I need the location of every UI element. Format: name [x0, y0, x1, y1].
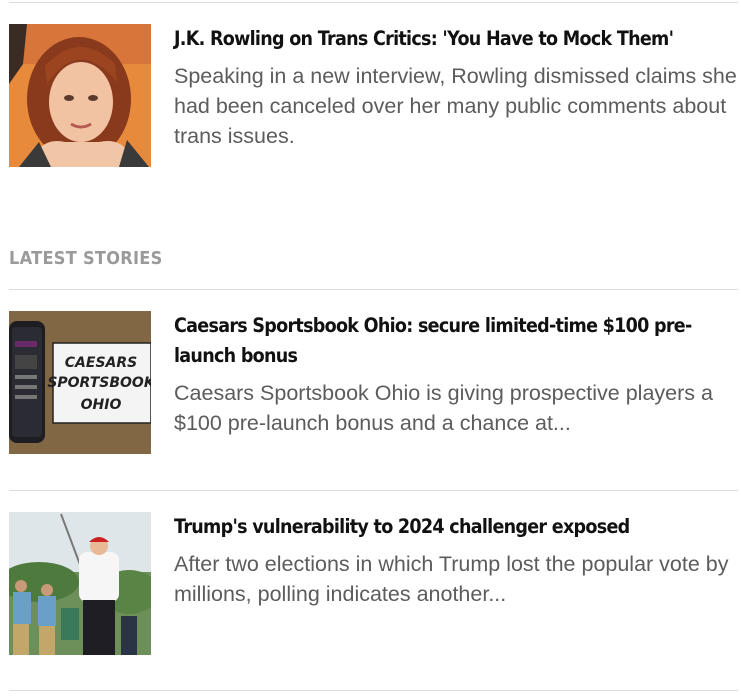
caesars-promo-image: CAESARS SPORTSBOOK OHIO [9, 311, 151, 454]
story-summary: Speaking in a new interview, Rowling dis… [174, 64, 737, 148]
divider [9, 2, 738, 3]
story-thumbnail[interactable]: CAESARS SPORTSBOOK OHIO [9, 311, 151, 454]
thumb-text-line: OHIO [81, 397, 122, 413]
divider [9, 490, 738, 491]
thumb-text-line: SPORTSBOOK [47, 375, 151, 391]
section-heading-latest-stories: LATEST STORIES [9, 248, 163, 269]
divider [9, 690, 738, 691]
story-trump[interactable]: Trump's vulnerability to 2024 challenger… [9, 512, 741, 655]
story-headline[interactable]: Caesars Sportsbook Ohio: secure limited-… [174, 311, 740, 371]
rowling-photo [9, 24, 151, 167]
story-headline[interactable]: Trump's vulnerability to 2024 challenger… [174, 512, 740, 542]
story-caesars[interactable]: CAESARS SPORTSBOOK OHIO Caesars Sportsbo… [9, 311, 741, 454]
thumb-text-line: CAESARS [65, 355, 137, 371]
story-thumbnail[interactable] [9, 512, 151, 655]
story-summary: After two elections in which Trump lost … [174, 552, 729, 606]
story-thumbnail[interactable] [9, 24, 151, 167]
story-headline[interactable]: J.K. Rowling on Trans Critics: 'You Have… [174, 24, 740, 54]
story-summary: Caesars Sportsbook Ohio is giving prospe… [174, 381, 713, 435]
trump-golf-photo [9, 512, 151, 655]
story-rowling[interactable]: J.K. Rowling on Trans Critics: 'You Have… [9, 24, 741, 167]
divider [9, 289, 738, 290]
